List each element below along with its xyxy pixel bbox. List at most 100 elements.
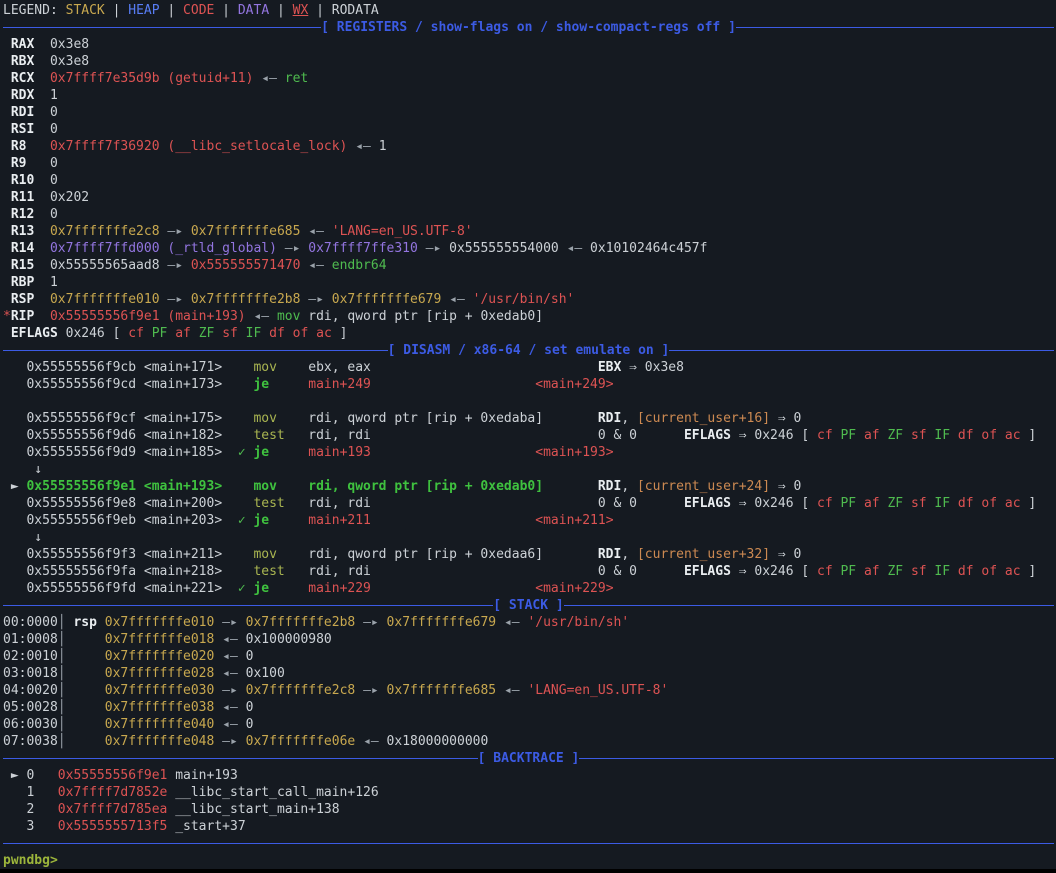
terminal-line: ↓ — [3, 529, 1056, 546]
text-segment: | — [105, 3, 128, 18]
text-segment: 0x55555556f9d9 <main+185> — [3, 445, 238, 460]
terminal-line: R9 0 — [3, 155, 1056, 172]
text-segment: │ — [58, 615, 74, 630]
text-segment: 03:0018 — [3, 666, 58, 681]
prompt-line[interactable]: pwndbg> — [3, 852, 1056, 869]
text-segment: 0 & 0 — [598, 564, 684, 579]
text-segment: RDI — [598, 479, 621, 494]
terminal-line: 0x55555556f9cd <main+173> je main+249 <m… — [3, 376, 1056, 393]
text-segment: ✓ — [238, 581, 254, 596]
text-segment: ◂— — [363, 734, 386, 749]
text-segment: ] — [1028, 496, 1036, 511]
text-segment: 0x100000980 — [246, 632, 332, 647]
text-segment: 0x7ffff7e35d9b (getuid+11) — [50, 71, 261, 86]
text-segment: | — [269, 3, 292, 18]
text-segment: R9 — [3, 156, 50, 171]
text-segment: 0x7fffffffe679 — [387, 615, 504, 630]
text-segment: ZF — [887, 496, 910, 511]
text-segment: <main+211> — [535, 513, 613, 528]
text-segment: rdi, qword ptr [rip + 0xedaa6] — [277, 547, 543, 562]
text-segment: 0x7fffffffe685 — [387, 683, 504, 698]
text-segment: 0x246 [ — [66, 326, 129, 341]
text-segment: 0 & 0 — [598, 428, 684, 443]
text-segment: 0x55555556f9e8 <main+200> — [3, 496, 253, 511]
terminal-line: 01:0008│ 0x7fffffffe018 ◂— 0x100000980 — [3, 631, 1056, 648]
text-segment: | — [308, 3, 331, 18]
terminal-line: 07:0038│ 0x7fffffffe048 —▸ 0x7fffffffe06… — [3, 733, 1056, 750]
text-segment: ✓ — [238, 513, 254, 528]
text-segment: —▸ — [426, 241, 449, 256]
terminal-line: 04:0020│ 0x7fffffffe030 —▸ 0x7fffffffe2c… — [3, 682, 1056, 699]
text-segment — [371, 564, 598, 579]
text-segment: 'LANG=en_US.UTF-8' — [332, 224, 473, 239]
terminal-line: R14 0x7ffff7ffd000 (_rtld_global) —▸ 0x7… — [3, 240, 1056, 257]
text-segment — [371, 360, 598, 375]
text-segment: ↓ — [3, 530, 42, 545]
text-segment: ZF — [887, 428, 910, 443]
text-segment: ◂— — [308, 224, 331, 239]
text-segment: RDI — [598, 547, 621, 562]
text-segment: rdi, qword ptr [rip + 0xedaba] — [277, 411, 543, 426]
text-segment: ZF — [887, 564, 910, 579]
text-segment: 0x5555555713f5 — [58, 819, 168, 834]
text-segment: ► — [3, 479, 26, 494]
text-segment: 02:0010 — [3, 649, 58, 664]
text-segment: ac — [1005, 428, 1028, 443]
text-segment: mov — [253, 411, 276, 426]
text-segment: ◂— — [222, 717, 245, 732]
terminal-line: RBP 1 — [3, 274, 1056, 291]
terminal-line: 1 0x7ffff7d7852e __libc_start_call_main+… — [3, 784, 1056, 801]
text-segment: 0x3e8 — [50, 37, 89, 52]
text-segment: ⇒ 0 — [770, 411, 801, 426]
text-segment: 0x7fffffffe028 — [105, 666, 222, 681]
text-segment: 0x55555556f9cd <main+173> — [3, 377, 253, 392]
text-segment: —▸ — [222, 615, 245, 630]
text-segment: ◂— — [567, 241, 590, 256]
text-segment: 0 — [50, 122, 58, 137]
text-segment: STACK — [66, 3, 105, 18]
text-segment: EFLAGS — [3, 326, 66, 341]
terminal-line: ↓ — [3, 461, 1056, 478]
text-segment — [269, 445, 308, 460]
text-segment: ⇒ 0 — [770, 479, 801, 494]
text-segment: 0x7fffffffe06e — [246, 734, 363, 749]
text-segment: test — [253, 428, 284, 443]
terminal-line: 05:0028│ 0x7fffffffe038 ◂— 0 — [3, 699, 1056, 716]
text-segment: af — [864, 496, 887, 511]
terminal-line: R12 0 — [3, 206, 1056, 223]
text-segment: df — [269, 326, 292, 341]
text-segment: PF — [840, 564, 863, 579]
text-segment: ret — [285, 71, 308, 86]
text-segment: 0x7ffff7f36920 (__libc_setlocale_lock) — [50, 139, 355, 154]
terminal-line: 0x55555556f9eb <main+203> ✓ je main+211 … — [3, 512, 1056, 529]
text-segment: 0x10102464c457f — [590, 241, 707, 256]
terminal-line: ► 0 0x55555556f9e1 main+193 — [3, 767, 1056, 784]
terminal-line: RDX 1 — [3, 87, 1056, 104]
text-segment: ◂— — [308, 258, 331, 273]
text-segment — [371, 445, 535, 460]
text-segment: —▸ — [167, 224, 190, 239]
text-segment: CODE — [183, 3, 214, 18]
text-segment: je — [253, 377, 269, 392]
text-segment: —▸ — [363, 683, 386, 698]
text-segment: RBX — [3, 54, 50, 69]
text-segment: ◂— — [261, 71, 284, 86]
text-segment: 00:0000 — [3, 615, 58, 630]
text-segment: main+229 — [308, 581, 371, 596]
text-segment: of — [981, 428, 1004, 443]
text-segment: R11 — [3, 190, 50, 205]
pwndbg-terminal[interactable]: LEGEND: STACK | HEAP | CODE | DATA | WX … — [0, 0, 1056, 869]
text-segment: PF — [840, 428, 863, 443]
text-segment: │ — [58, 632, 105, 647]
text-segment: ⇒ 0x246 [ — [731, 428, 817, 443]
text-segment — [97, 615, 105, 630]
prompt-label[interactable]: pwndbg> — [3, 853, 58, 868]
text-segment: 0x55555556f9cb <main+171> — [3, 360, 253, 375]
text-segment: ZF — [199, 326, 222, 341]
text-segment: 0x55555556f9d6 <main+182> — [3, 428, 253, 443]
text-segment: 05:0028 — [3, 700, 58, 715]
text-segment: —▸ — [222, 683, 245, 698]
terminal-line: RAX 0x3e8 — [3, 36, 1056, 53]
text-segment: main+193 — [167, 768, 237, 783]
text-segment: —▸ — [285, 241, 308, 256]
